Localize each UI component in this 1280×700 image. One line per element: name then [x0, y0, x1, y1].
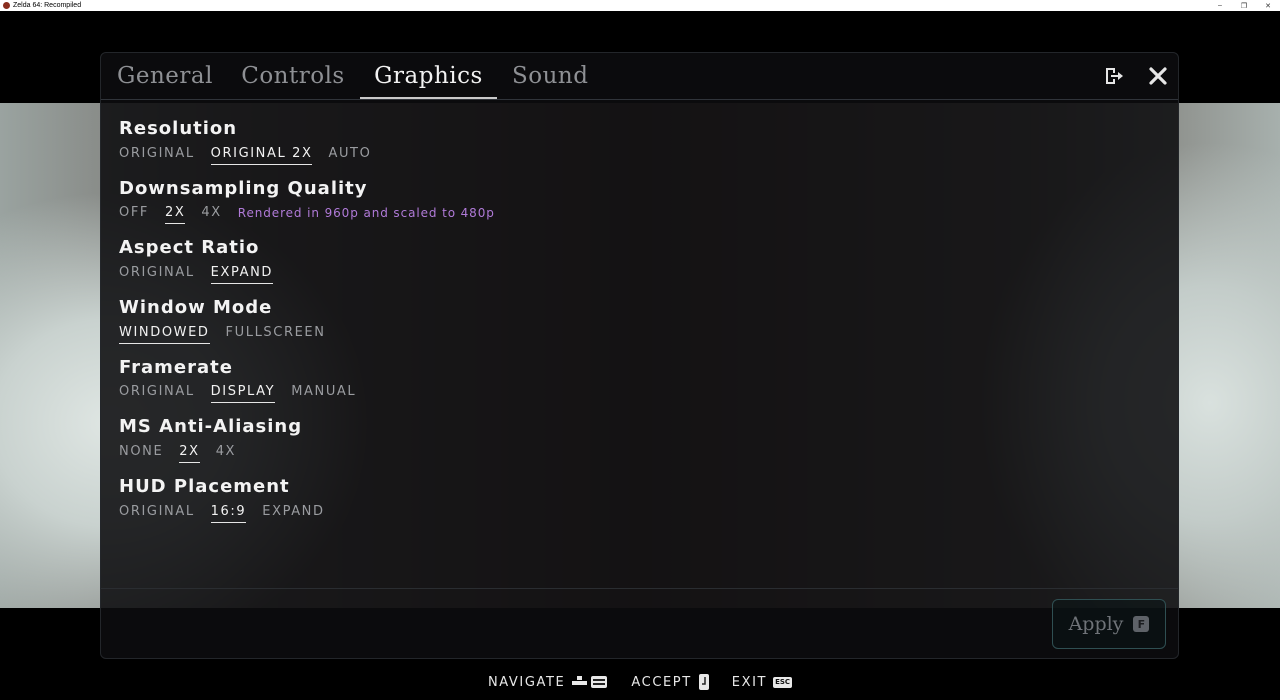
f-key-icon: F	[1133, 616, 1150, 632]
accept-prompt: ACCEPT	[631, 673, 709, 691]
input-prompts: NAVIGATE ACCEPT EXIT ESC	[0, 670, 1280, 694]
accept-label: ACCEPT	[631, 674, 692, 690]
exit-label: EXIT	[731, 674, 768, 690]
navigate-keys-icon	[571, 675, 609, 689]
setting-label: MS Anti-Aliasing	[119, 416, 303, 438]
exit-to-menu-icon[interactable]	[1103, 65, 1125, 87]
window-controls: – ❐ ✕	[1208, 2, 1280, 10]
window-title: Zelda 64: Recompiled	[13, 2, 82, 9]
close-icon[interactable]	[1147, 65, 1169, 87]
option-original[interactable]: ORIGINAL	[119, 265, 195, 284]
setting-downsampling: Downsampling Quality OFF 2X 4X Rendered …	[119, 177, 495, 237]
tab-controls[interactable]: Controls	[241, 53, 345, 99]
setting-label: HUD Placement	[119, 476, 290, 498]
option-windowed[interactable]: WINDOWED	[119, 325, 210, 344]
downsampling-hint: Rendered in 960p and scaled to 480p	[237, 206, 495, 221]
option-4x[interactable]: 4X	[216, 444, 236, 463]
setting-aspect-ratio: Aspect Ratio ORIGINAL EXPAND	[119, 236, 495, 296]
option-off[interactable]: OFF	[119, 205, 149, 224]
option-fullscreen[interactable]: FULLSCREEN	[226, 325, 326, 344]
setting-label: Resolution	[119, 118, 238, 139]
option-16-9[interactable]: 16:9	[210, 504, 247, 523]
setting-label: Framerate	[119, 356, 233, 378]
option-display[interactable]: DISPLAY	[210, 384, 276, 404]
option-original[interactable]: ORIGINAL	[119, 384, 195, 403]
option-original[interactable]: ORIGINAL	[119, 146, 195, 165]
setting-label: Aspect Ratio	[119, 237, 260, 259]
setting-framerate: Framerate ORIGINAL DISPLAY MANUAL	[119, 356, 495, 416]
app-icon	[3, 2, 10, 9]
navigate-prompt: NAVIGATE	[488, 675, 609, 690]
setting-label: Window Mode	[119, 297, 273, 319]
tab-general[interactable]: General	[117, 53, 212, 99]
tab-sound[interactable]: Sound	[512, 53, 588, 99]
settings-panel: General Controls Graphics Sound Resoluti…	[100, 52, 1179, 659]
option-4x[interactable]: 4X	[201, 205, 221, 224]
option-expand[interactable]: EXPAND	[262, 504, 324, 523]
apply-button[interactable]: Apply F	[1052, 599, 1166, 649]
setting-msaa: MS Anti-Aliasing NONE 2X 4X	[119, 415, 495, 475]
tab-bar: General Controls Graphics Sound	[101, 53, 1178, 100]
window-close-icon[interactable]: ✕	[1256, 2, 1280, 10]
esc-key-icon: ESC	[773, 676, 793, 688]
window-titlebar: Zelda 64: Recompiled – ❐ ✕	[0, 0, 1280, 11]
option-expand[interactable]: EXPAND	[210, 265, 274, 284]
option-2x[interactable]: 2X	[165, 205, 186, 225]
graphics-options: Resolution ORIGINAL ORIGINAL 2X AUTO Dow…	[119, 117, 495, 535]
setting-window-mode: Window Mode WINDOWED FULLSCREEN	[119, 296, 495, 356]
minimize-icon[interactable]: –	[1208, 2, 1232, 10]
option-2x[interactable]: 2X	[179, 444, 200, 463]
restore-icon[interactable]: ❐	[1232, 2, 1256, 10]
option-original-2x[interactable]: ORIGINAL 2X	[210, 146, 313, 165]
option-manual[interactable]: MANUAL	[291, 384, 356, 403]
setting-label: Downsampling Quality	[119, 177, 368, 199]
option-none[interactable]: NONE	[119, 444, 163, 463]
enter-key-icon	[698, 673, 710, 691]
option-auto[interactable]: AUTO	[328, 146, 371, 165]
navigate-label: NAVIGATE	[487, 674, 566, 690]
tab-graphics[interactable]: Graphics	[360, 53, 497, 99]
option-original[interactable]: ORIGINAL	[119, 504, 195, 523]
footer-divider	[101, 588, 1178, 589]
exit-prompt: EXIT ESC	[731, 674, 793, 690]
setting-hud-placement: HUD Placement ORIGINAL 16:9 EXPAND	[119, 475, 495, 535]
setting-resolution: Resolution ORIGINAL ORIGINAL 2X AUTO	[119, 117, 495, 177]
apply-label: Apply	[1068, 613, 1124, 635]
